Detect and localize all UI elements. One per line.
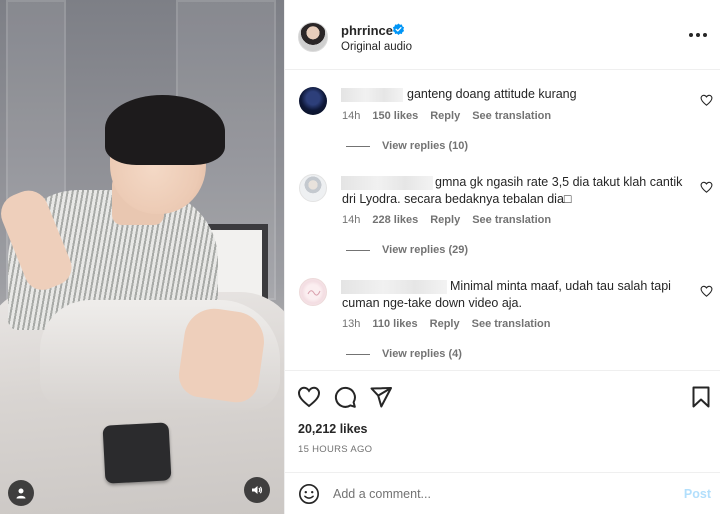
- heart-icon[interactable]: [700, 181, 713, 193]
- author-username[interactable]: phrrince: [341, 23, 393, 38]
- comment-text: ganteng doang attitude kurang: [407, 87, 577, 101]
- post-timestamp: 15 HOURS AGO: [298, 444, 373, 455]
- post-details-panel: phrrince Original audio ganteng doang at…: [284, 0, 720, 514]
- heart-icon[interactable]: [700, 285, 713, 297]
- replies-divider: [346, 249, 370, 251]
- replies-divider: [346, 353, 370, 355]
- redacted-username: [341, 88, 403, 102]
- paper-plane-icon[interactable]: [369, 385, 393, 409]
- more-options-icon[interactable]: [689, 30, 707, 40]
- reply-button[interactable]: Reply: [430, 214, 460, 226]
- reply-button[interactable]: Reply: [430, 110, 460, 122]
- comment-composer: Post: [285, 472, 720, 514]
- comment-likes[interactable]: 228 likes: [372, 214, 418, 226]
- comment-item: Minimal minta maaf, udah tau salah tapi …: [285, 269, 720, 369]
- comment-text-line-2: dri Lyodra. secara bedaknya tebalan dia□: [342, 192, 572, 206]
- commenter-avatar[interactable]: [299, 87, 327, 115]
- comment-input[interactable]: [333, 483, 663, 505]
- comment-text-line-2: cuman nge-take down video aja.: [342, 296, 522, 310]
- comment-item: gmna gk ngasih rate 3,5 dia takut klah c…: [285, 165, 720, 269]
- open-hand: [176, 304, 268, 406]
- comment-text-line-1: Minimal minta maaf, udah tau salah tapi: [450, 279, 671, 293]
- bookmark-icon[interactable]: [689, 385, 713, 409]
- comment-meta: 14h 228 likes Reply See translation: [342, 214, 551, 226]
- script-logo-icon: [307, 290, 321, 296]
- see-translation-link[interactable]: See translation: [472, 318, 551, 330]
- comment-text-line-1: gmna gk ngasih rate 3,5 dia takut klah c…: [435, 175, 683, 189]
- reply-button[interactable]: Reply: [430, 318, 460, 330]
- comment-meta: 14h 150 likes Reply See translation: [342, 110, 551, 122]
- redacted-username: [341, 280, 447, 294]
- verified-badge-icon: [392, 23, 405, 35]
- comment-bubble-icon[interactable]: [333, 385, 357, 409]
- commenter-avatar[interactable]: [299, 174, 327, 202]
- reel-video[interactable]: [0, 0, 284, 514]
- post-actions: 20,212 likes 15 HOURS AGO: [285, 370, 720, 472]
- heart-icon[interactable]: [297, 385, 321, 409]
- comment-likes[interactable]: 150 likes: [372, 110, 418, 122]
- view-replies-label: View replies (29): [382, 244, 469, 256]
- comment-likes[interactable]: 110 likes: [372, 318, 417, 330]
- hair: [105, 95, 225, 165]
- comment-time: 13h: [342, 318, 361, 330]
- mute-toggle-button[interactable]: [244, 477, 270, 503]
- view-replies-label: View replies (10): [382, 140, 469, 152]
- comment-time: 14h: [342, 214, 361, 226]
- comment-item: ganteng doang attitude kurang 14h 150 li…: [285, 70, 720, 165]
- phone-on-bed: [102, 422, 172, 484]
- tagged-user-button[interactable]: [8, 480, 34, 506]
- post-comment-button[interactable]: Post: [684, 487, 711, 501]
- commenter-avatar[interactable]: [299, 278, 327, 306]
- view-replies-button[interactable]: View replies (10): [346, 140, 468, 152]
- replies-divider: [346, 145, 370, 147]
- view-replies-button[interactable]: View replies (29): [346, 244, 468, 256]
- post-header: phrrince Original audio: [285, 0, 720, 70]
- see-translation-link[interactable]: See translation: [472, 110, 551, 122]
- likes-count[interactable]: 20,212 likes: [298, 422, 368, 436]
- see-translation-link[interactable]: See translation: [472, 214, 551, 226]
- comment-meta: 13h 110 likes Reply See translation: [342, 318, 550, 330]
- speaker-icon: [252, 486, 263, 494]
- emoji-icon[interactable]: [298, 483, 320, 505]
- view-replies-label: View replies (4): [382, 348, 462, 360]
- author-avatar[interactable]: [298, 22, 328, 52]
- user-tag-icon: [16, 488, 26, 499]
- comment-time: 14h: [342, 110, 361, 122]
- view-replies-button[interactable]: View replies (4): [346, 348, 462, 360]
- audio-link[interactable]: Original audio: [341, 41, 412, 53]
- redacted-username: [341, 176, 433, 190]
- heart-icon[interactable]: [700, 94, 713, 106]
